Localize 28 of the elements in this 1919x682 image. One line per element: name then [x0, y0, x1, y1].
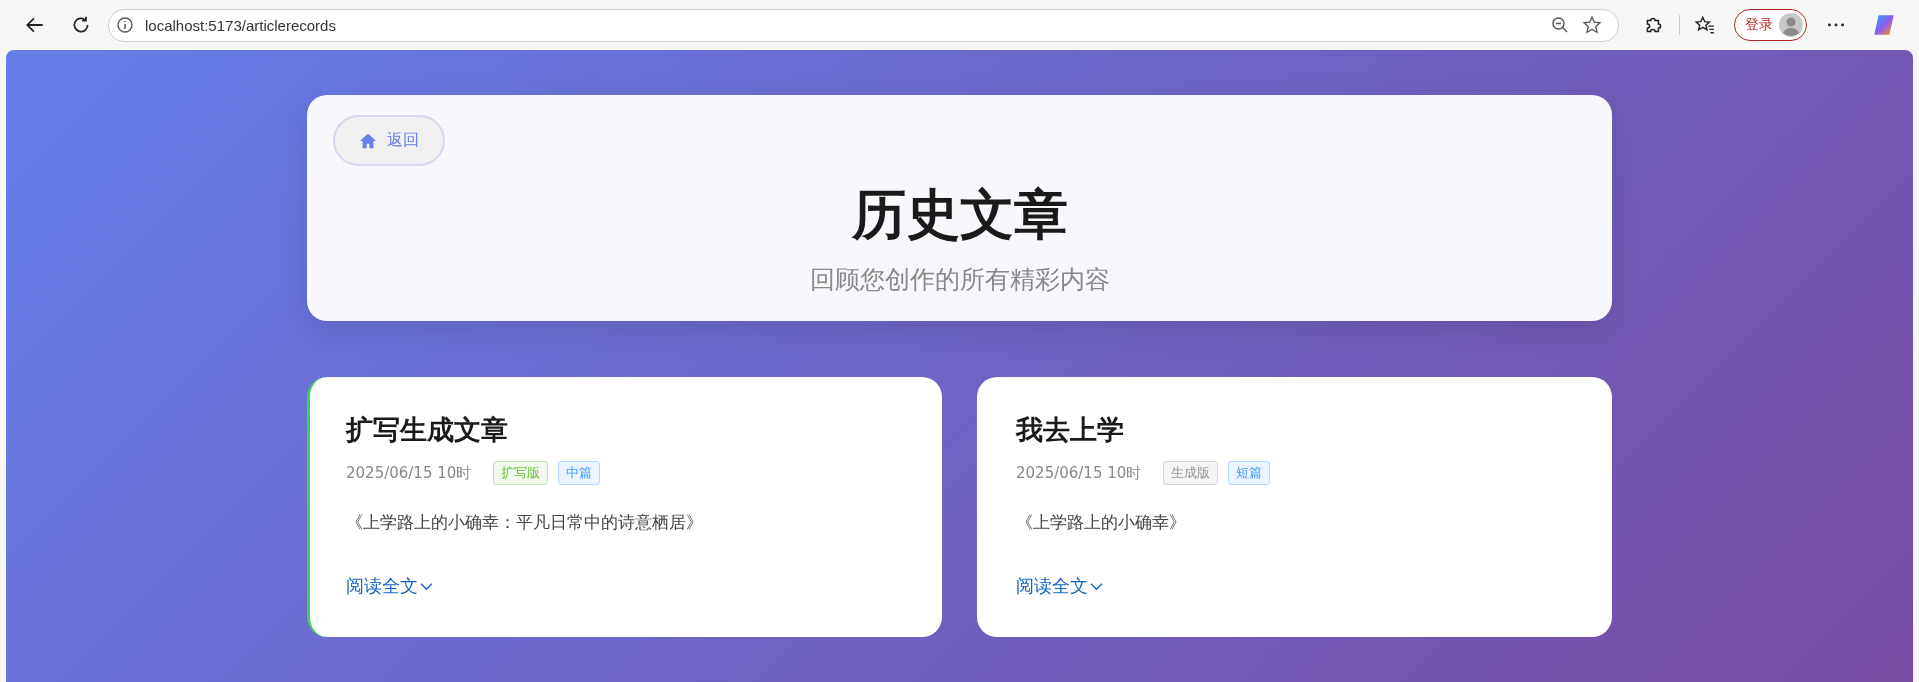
favorites-icon[interactable] [1694, 14, 1716, 36]
star-icon[interactable] [1582, 15, 1602, 35]
read-more-link[interactable]: 阅读全文 [346, 574, 433, 599]
article-card[interactable]: 扩写生成文章 2025/06/15 10时 扩写版 中篇 《上学路上的小确幸：平凡日常中的诗意栖居》 阅读全文 [307, 377, 942, 638]
article-excerpt: 《上学路上的小确幸：平凡日常中的诗意栖居》 [346, 511, 704, 535]
tag: 生成版 [1163, 461, 1219, 486]
tag: 短篇 [1228, 461, 1271, 486]
read-more-link[interactable]: 阅读全文 [1016, 574, 1103, 599]
article-card[interactable]: 我去上学 2025/06/15 10时 生成版 短篇 《上学路上的小确幸》 阅读全文 [977, 377, 1612, 638]
copilot-logo-icon[interactable] [1871, 12, 1897, 38]
article-title: 扩写生成文章 [346, 413, 509, 448]
info-icon[interactable] [115, 15, 135, 35]
tag: 中篇 [558, 461, 601, 486]
login-button[interactable]: 登录 [1734, 9, 1807, 41]
chevron-down-icon [420, 581, 433, 591]
chevron-down-icon [1090, 581, 1103, 591]
article-title: 我去上学 [1016, 413, 1125, 448]
page-subtitle: 回顾您创作的所有精彩内容 [808, 263, 1111, 296]
page-title: 历史文章 [850, 183, 1069, 248]
article-date: 2025/06/15 10时 [346, 463, 472, 483]
article-date: 2025/06/15 10时 [1016, 463, 1142, 483]
article-excerpt: 《上学路上的小确幸》 [1016, 511, 1187, 535]
avatar-icon [1779, 13, 1803, 37]
zoom-out-icon[interactable] [1550, 15, 1570, 35]
tag: 扩写版 [493, 461, 549, 486]
home-icon [359, 131, 377, 150]
url-text: localhost:5173/articlerecords [145, 16, 336, 34]
address-bar[interactable]: localhost:5173/articlerecords [108, 8, 1619, 42]
